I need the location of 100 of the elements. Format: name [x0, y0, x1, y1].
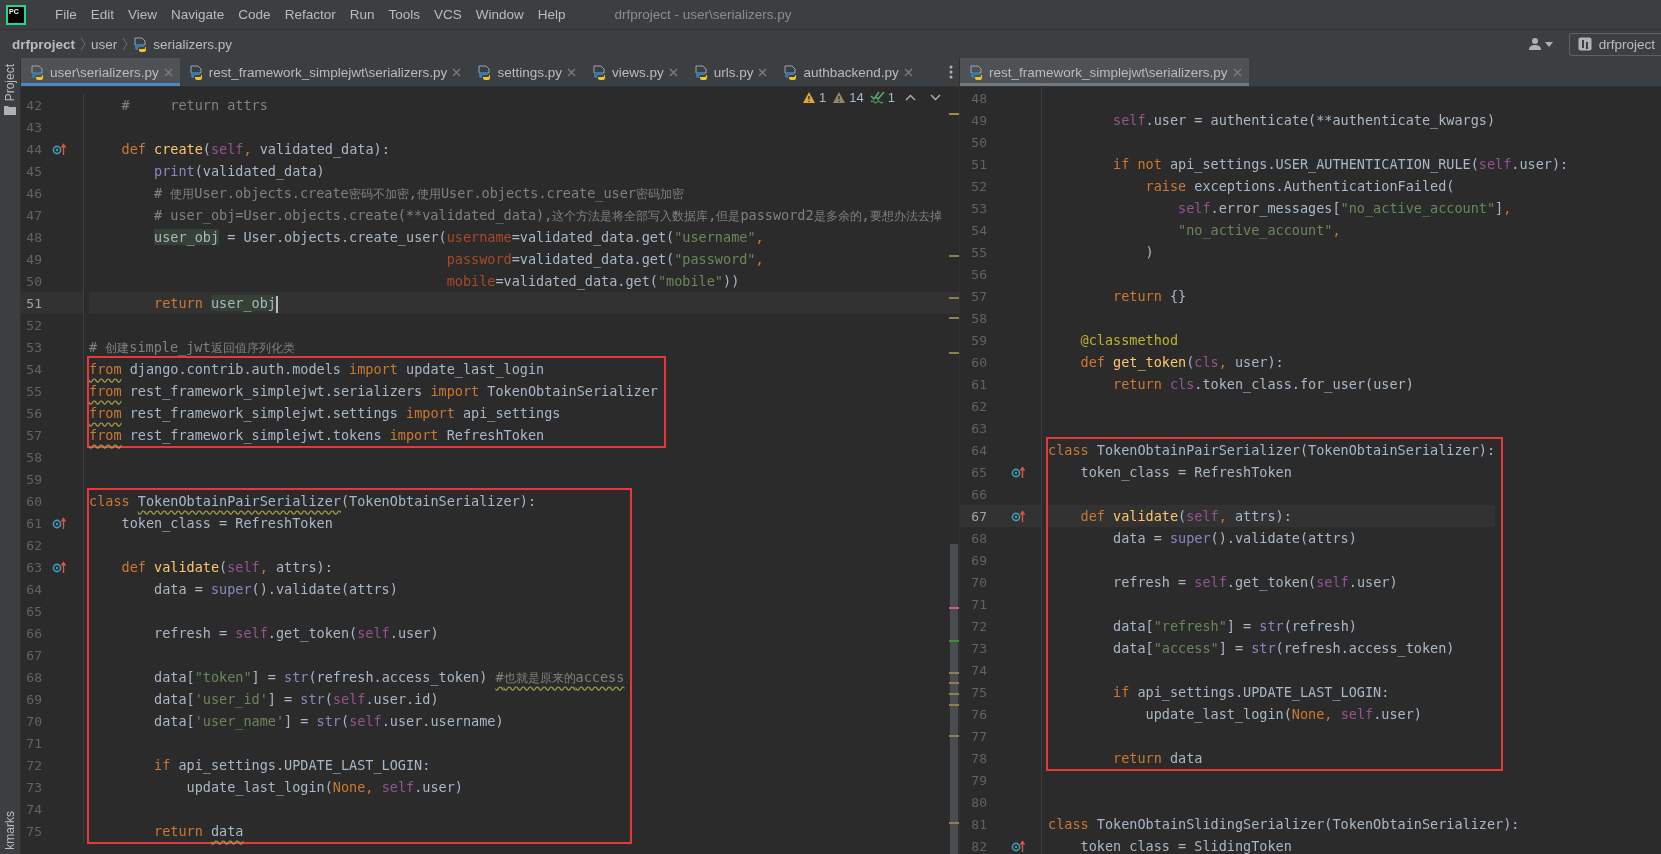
- code-line: from django.contrib.auth.models import update_last_login: [89, 360, 545, 380]
- menu-item[interactable]: Run: [342, 3, 382, 26]
- menu-item[interactable]: View: [121, 3, 165, 26]
- menu-item[interactable]: Tools: [381, 3, 427, 26]
- tool-window-tab[interactable]: Project: [0, 58, 20, 122]
- menu-item[interactable]: Window: [468, 3, 531, 26]
- menu-item[interactable]: Help: [530, 3, 573, 26]
- line-number: 50: [25, 273, 42, 289]
- line-number: 65: [970, 464, 987, 480]
- line-number: 72: [25, 757, 42, 773]
- menu-item[interactable]: File: [48, 3, 84, 26]
- line-number: 49: [970, 112, 987, 128]
- code-line: token_class = RefreshToken: [120, 514, 333, 534]
- line-number: 62: [970, 398, 987, 414]
- code-line: data['user_id'] = str(self.user.id): [153, 690, 439, 710]
- code-line: if api_settings.UPDATE_LAST_LOGIN:: [153, 756, 431, 776]
- line-number: 54: [25, 361, 42, 377]
- line-number: 71: [25, 735, 42, 751]
- line-number: 59: [25, 471, 42, 487]
- line-number: 64: [970, 442, 987, 458]
- line-number: 74: [970, 662, 987, 678]
- line-number: 76: [970, 706, 987, 722]
- line-number: 57: [25, 427, 42, 443]
- code-line: if not api_settings.USER_AUTHENTICATION_RULE(self.user):: [1112, 155, 1569, 175]
- menu-item[interactable]: VCS: [426, 3, 469, 26]
- editor-tab[interactable]: user\serializers.py: [21, 58, 180, 86]
- line-number: 61: [25, 515, 42, 531]
- code-line: # user_obj=User.objects.create(**validated_data),这个方法是将全部写入数据库,但是password2是多余的,要想办法去掉: [153, 206, 942, 226]
- line-number: 63: [25, 559, 42, 575]
- code-line: refresh = self.get_token(self.user): [1112, 573, 1398, 593]
- line-number: 44: [25, 141, 42, 157]
- code-line: ): [1144, 243, 1154, 262]
- line-number: 55: [970, 244, 987, 260]
- breadcrumb-item[interactable]: serializers.py: [153, 36, 233, 52]
- code-line: return user_obj: [153, 294, 278, 314]
- line-number: 43: [25, 119, 42, 135]
- line-number: 56: [25, 405, 42, 421]
- line-number: 80: [970, 794, 987, 810]
- line-number: 71: [970, 596, 987, 612]
- code-line: class TokenObtainPairSerializer(TokenObtainSerializer):: [89, 492, 537, 511]
- line-number: 69: [25, 691, 42, 707]
- symbol-highlight: user_obj: [154, 229, 220, 245]
- line-number: 48: [25, 229, 42, 245]
- code-line: print(validated_data): [153, 162, 325, 182]
- code-line: data = super().validate(attrs): [1112, 529, 1357, 548]
- problem-count: 1: [887, 90, 895, 105]
- breadcrumb-item[interactable]: drfproject: [12, 36, 75, 52]
- code-line: def get_token(cls, user):: [1079, 353, 1284, 373]
- line-number: 57: [970, 288, 987, 304]
- tool-window-tab[interactable]: kmarks: [0, 807, 20, 854]
- line-number: 64: [25, 581, 42, 597]
- code-line: return cls.token_class.for_user(user): [1112, 375, 1414, 395]
- line-number: 74: [25, 801, 42, 817]
- breadcrumb-item[interactable]: user: [91, 36, 118, 52]
- code-line: if api_settings.UPDATE_LAST_LOGIN:: [1112, 683, 1390, 703]
- code-line: def validate(self, attrs):: [1079, 507, 1292, 526]
- code-line: from rest_framework_simplejwt.settings import api_settings: [89, 404, 561, 424]
- line-number: 53: [970, 200, 987, 216]
- menu-item[interactable]: Code: [231, 3, 278, 26]
- code-line: # 使用User.objects.create密码不加密,使用User.objects.create_user密码加密: [153, 184, 684, 204]
- menu-item[interactable]: Refactor: [277, 3, 343, 26]
- code-line: from rest_framework_simplejwt.tokens import RefreshToken: [89, 426, 545, 446]
- line-number: 73: [25, 779, 42, 795]
- line-number: 82: [970, 838, 987, 854]
- code-line: data = super().validate(attrs): [153, 580, 398, 599]
- code-line: return {}: [1112, 287, 1187, 306]
- run-configuration-button[interactable]: drfproject: [1568, 32, 1661, 56]
- code-line: class TokenObtainPairSerializer(TokenObtainSerializer):: [1048, 441, 1496, 460]
- line-number: 65: [25, 603, 42, 619]
- line-number: 47: [25, 207, 42, 223]
- symbol-highlight: user_obj: [210, 295, 276, 311]
- line-number: 75: [25, 823, 42, 839]
- menu-item[interactable]: Navigate: [164, 3, 232, 26]
- line-number: 68: [25, 669, 42, 685]
- line-number: 73: [970, 640, 987, 656]
- line-number: 54: [970, 222, 987, 238]
- line-number: 70: [970, 574, 987, 590]
- line-number: 77: [970, 728, 987, 744]
- line-number: 46: [25, 185, 42, 201]
- editor-tab[interactable]: rest_framework_simplejwt\serializers.py: [960, 58, 1249, 86]
- code-line: data["refresh"] = str(refresh): [1112, 617, 1357, 636]
- code-line: return data: [1112, 749, 1203, 768]
- code-line: return data: [153, 822, 244, 841]
- line-number: 63: [970, 420, 987, 436]
- code-line: def validate(self, attrs):: [120, 558, 333, 577]
- menu-item[interactable]: Edit: [83, 3, 122, 26]
- line-number: 70: [25, 713, 42, 729]
- code-line: "no_active_account",: [1177, 221, 1341, 241]
- code-line: refresh = self.get_token(self.user): [153, 624, 439, 644]
- line-number: 66: [970, 486, 987, 502]
- code-line: user_obj = User.objects.create_user(username=validated_data.get("username",: [153, 228, 764, 248]
- line-number: 52: [25, 317, 42, 333]
- line-number: 45: [25, 163, 42, 179]
- line-number: 60: [25, 493, 42, 509]
- line-number: 60: [970, 354, 987, 370]
- code-line: # return attrs: [120, 96, 268, 115]
- line-number: 79: [970, 772, 987, 788]
- code-line: class TokenObtainSlidingSerializer(TokenObtainSerializer):: [1048, 815, 1520, 834]
- code-line: @classmethod: [1079, 331, 1179, 350]
- line-number: 51: [25, 295, 42, 311]
